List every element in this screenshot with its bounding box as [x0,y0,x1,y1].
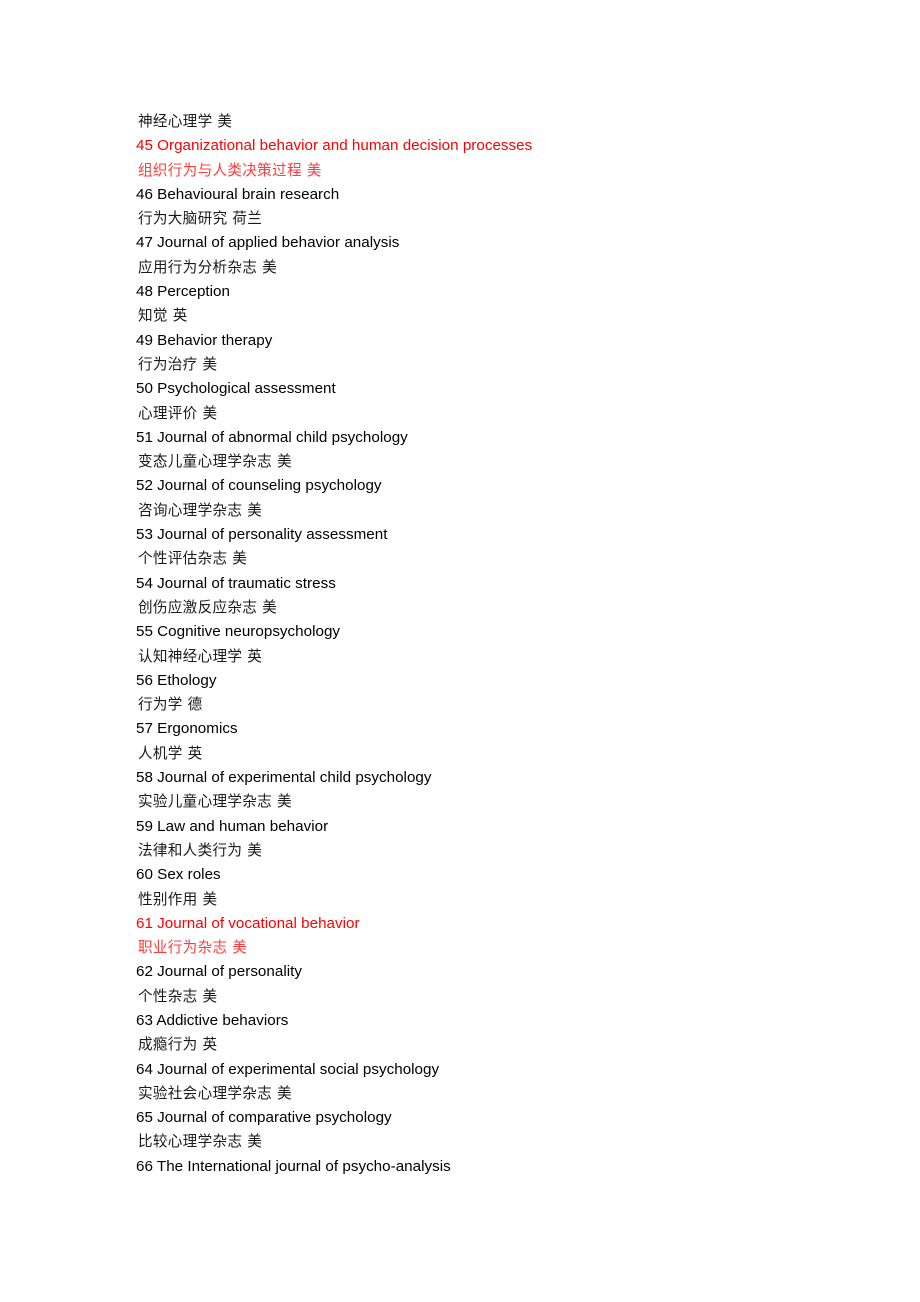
journal-title-en: 47 Journal of applied behavior analysis [136,234,400,252]
journal-title-en: 53 Journal of personality assessment [136,526,388,544]
journal-title-zh: 知觉 英 [138,307,188,325]
journal-title-zh: 比较心理学杂志 美 [138,1133,263,1151]
journal-title-zh: 认知神经心理学 英 [138,647,263,665]
journal-entry: 48 Perception 知觉 英 [136,280,876,329]
journal-title-en: 60 Sex roles [136,866,221,884]
journal-title-zh: 应用行为分析杂志 美 [138,258,277,276]
journal-title-en: 56 Ethology [136,671,217,689]
journal-entry: 54 Journal of traumatic stress 创伤应激反应杂志 美 [136,572,876,621]
journal-title-zh: 组织行为与人类决策过程 美 [138,161,322,179]
journal-title-en: 64 Journal of experimental social psycho… [136,1060,440,1078]
journal-entry: 58 Journal of experimental child psychol… [136,766,876,815]
journal-entries-container: 45 Organizational behavior and human dec… [136,134,876,1179]
journal-entry: 61 Journal of vocational behavior 职业行为杂志 … [136,912,876,961]
journal-title-zh: 个性评估杂志 美 [138,550,248,568]
journal-entry: 53 Journal of personality assessment 个性评估… [136,523,876,572]
document-page: 神经心理学 美 45 Organizational behavior and h… [0,0,920,1302]
journal-title-en: 59 Law and human behavior [136,817,329,835]
journal-title-zh: 咨询心理学杂志 美 [138,501,263,519]
leading-chinese-line: 神经心理学 美 [138,113,233,130]
journal-entry: 63 Addictive behaviors 成瘾行为 英 [136,1009,876,1058]
journal-title-en: 48 Perception [136,283,230,301]
journal-title-zh: 职业行为杂志 美 [138,939,248,957]
journal-title-en: 51 Journal of abnormal child psychology [136,428,408,446]
journal-title-zh: 行为大脑研究 荷兰 [138,210,263,228]
leading-entry: 神经心理学 美 [136,110,876,134]
journal-title-en: 57 Ergonomics [136,720,238,738]
journal-title-zh: 实验社会心理学杂志 美 [138,1084,292,1102]
journal-title-en: 65 Journal of comparative psychology [136,1109,392,1127]
journal-title-zh: 实验儿童心理学杂志 美 [138,793,292,811]
journal-list: 神经心理学 美 45 Organizational behavior and h… [136,110,876,1179]
journal-title-zh: 心理评价 美 [138,404,218,422]
journal-entry: 64 Journal of experimental social psycho… [136,1058,876,1107]
journal-title-en: 61 Journal of vocational behavior [136,914,360,932]
journal-entry: 45 Organizational behavior and human dec… [136,134,876,183]
journal-entry: 56 Ethology 行为学 德 [136,669,876,718]
journal-title-zh: 性别作用 美 [138,890,218,908]
journal-title-zh: 法律和人类行为 美 [138,841,263,859]
journal-title-zh: 创伤应激反应杂志 美 [138,598,277,616]
journal-title-zh: 成瘾行为 英 [138,1036,218,1054]
journal-entry: 47 Journal of applied behavior analysis 应… [136,231,876,280]
journal-title-en: 52 Journal of counseling psychology [136,477,382,495]
journal-entry: 50 Psychological assessment 心理评价 美 [136,377,876,426]
journal-title-en: 45 Organizational behavior and human dec… [136,137,533,155]
journal-title-zh: 个性杂志 美 [138,987,218,1005]
journal-title-en: 49 Behavior therapy [136,331,273,349]
journal-entry: 46 Behavioural brain research 行为大脑研究 荷兰 [136,183,876,232]
journal-title-en: 66 The International journal of psycho-a… [136,1157,451,1175]
journal-title-zh: 行为学 德 [138,696,203,714]
journal-title-en: 46 Behavioural brain research [136,185,340,203]
journal-title-en: 62 Journal of personality [136,963,302,981]
journal-title-en: 58 Journal of experimental child psychol… [136,769,432,787]
journal-entry: 52 Journal of counseling psychology 咨询心理学… [136,474,876,523]
journal-entry: 66 The International journal of psycho-a… [136,1155,876,1179]
journal-entry: 49 Behavior therapy 行为治疗 美 [136,329,876,378]
journal-title-zh: 人机学 英 [138,744,203,762]
journal-entry: 60 Sex roles 性别作用 美 [136,863,876,912]
journal-title-zh: 变态儿童心理学杂志 美 [138,453,292,471]
journal-entry: 59 Law and human behavior 法律和人类行为 美 [136,815,876,864]
journal-title-en: 54 Journal of traumatic stress [136,574,336,592]
journal-title-en: 63 Addictive behaviors [136,1011,289,1029]
journal-entry: 51 Journal of abnormal child psychology 变… [136,426,876,475]
journal-entry: 57 Ergonomics 人机学 英 [136,717,876,766]
journal-title-zh: 行为治疗 美 [138,355,218,373]
journal-title-en: 50 Psychological assessment [136,380,336,398]
journal-entry: 55 Cognitive neuropsychology 认知神经心理学 英 [136,620,876,669]
journal-title-en: 55 Cognitive neuropsychology [136,623,341,641]
journal-entry: 65 Journal of comparative psychology 比较心理… [136,1106,876,1155]
journal-entry: 62 Journal of personality 个性杂志 美 [136,960,876,1009]
